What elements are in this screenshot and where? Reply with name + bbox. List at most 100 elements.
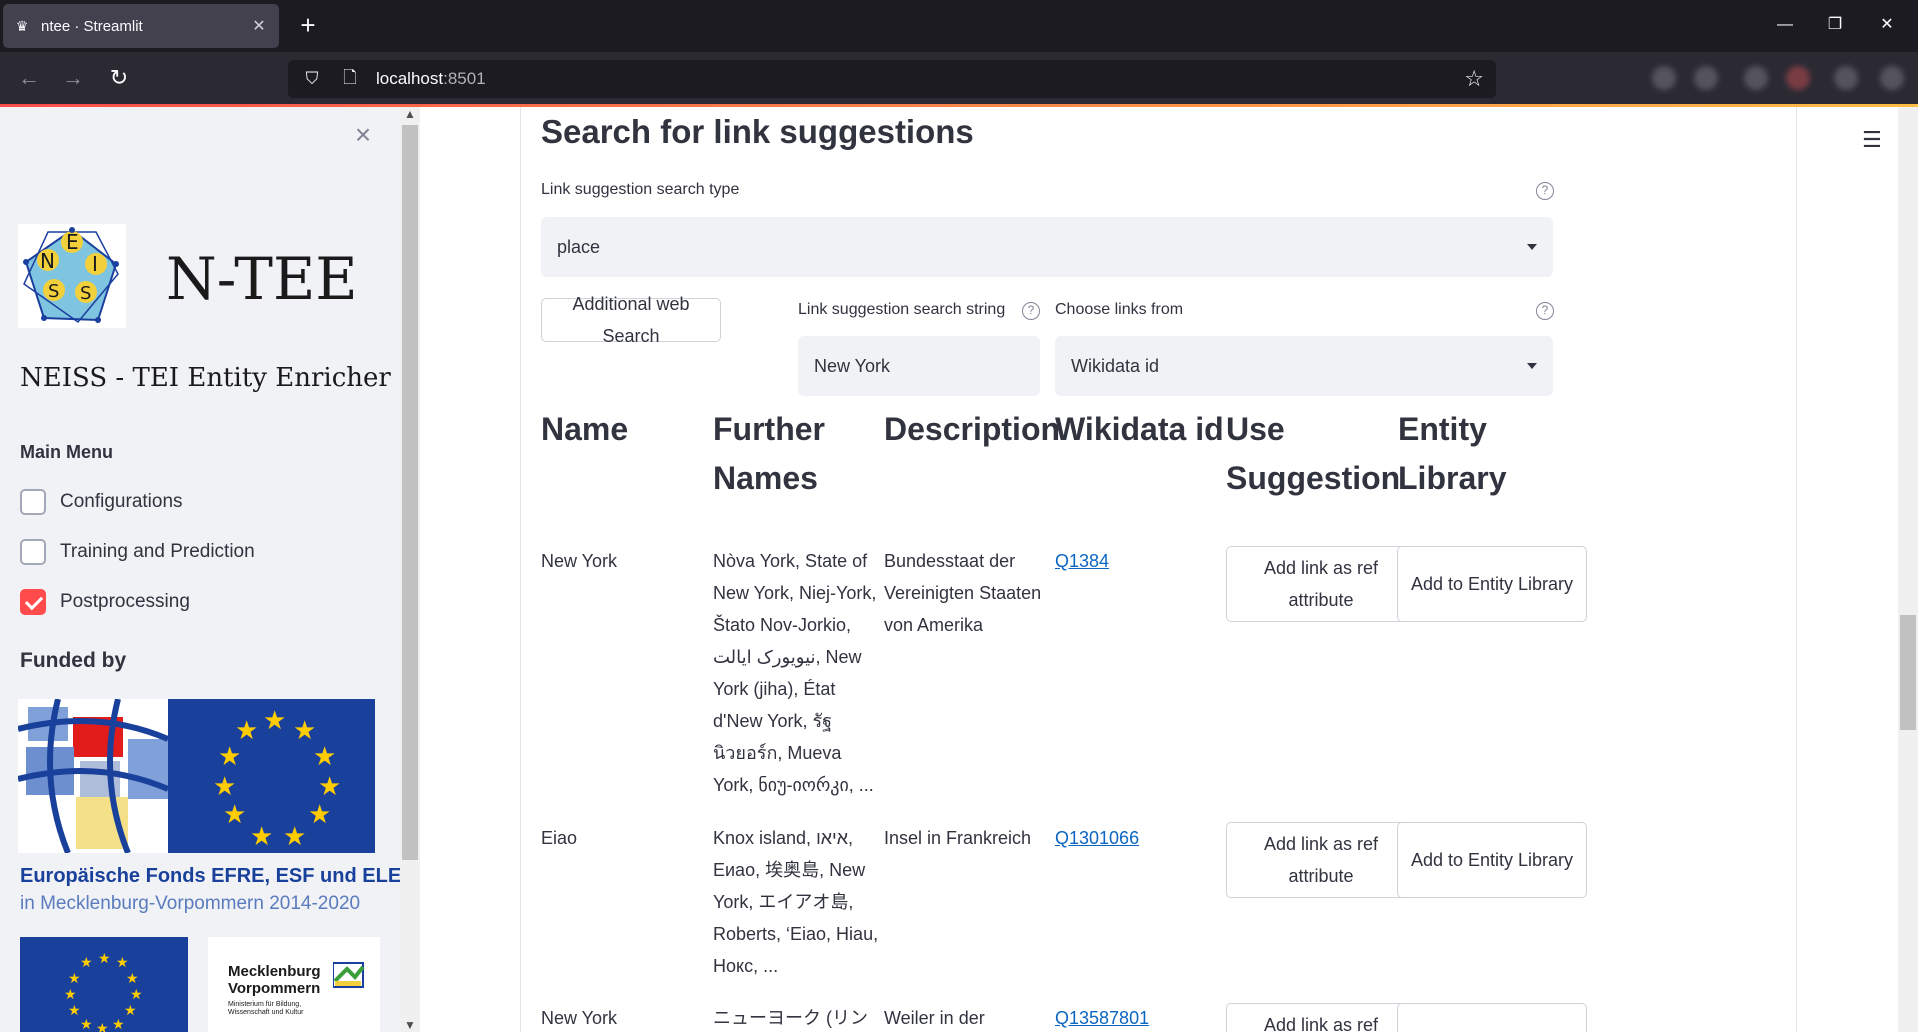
menu-icon[interactable] [1880,66,1904,90]
wikidata-link[interactable]: Q1384 [1055,551,1109,571]
svg-text:★: ★ [213,772,236,802]
scroll-down-arrow-icon[interactable]: ▼ [400,1018,420,1032]
menu-item-training-and-prediction[interactable]: Training and Prediction [20,539,255,565]
url-port: :8501 [443,69,486,88]
chevron-down-icon [1527,363,1537,369]
svg-text:★: ★ [263,706,286,736]
cell-name: New York [541,1008,618,1028]
search-type-select[interactable]: place [541,217,1553,277]
extension-icon[interactable] [1694,66,1718,90]
search-string-label: Link suggestion search string [798,301,1006,318]
scrollbar-thumb[interactable] [402,125,418,860]
cell-further-names: Knox island, איאו, Еиао, 埃奥島, New York, … [713,828,879,976]
svg-text:★: ★ [308,800,331,830]
menu-item-postprocessing[interactable]: Postprocessing [20,589,190,615]
add-link-ref-button[interactable]: Add link as ref attribute [1226,822,1416,898]
scrollbar-thumb[interactable] [1900,615,1916,730]
block-divider [520,107,521,1032]
additional-web-search-button[interactable]: Additional web Search [541,294,721,346]
checkbox-checked[interactable] [20,589,46,615]
new-tab-button[interactable]: + [292,10,324,42]
add-to-entity-library-button[interactable]: Add to Entity Library [1397,1003,1587,1032]
mv-logo-title: Mecklenburg Vorpommern [228,963,321,997]
logo-letter: I [92,252,98,276]
extension-icon[interactable] [1786,66,1810,90]
url-host: localhost [376,69,444,88]
sidebar-close-icon[interactable]: × [350,121,376,149]
hamburger-menu-icon[interactable]: ☰ [1862,127,1886,153]
help-icon[interactable]: ? [1536,302,1554,320]
chevron-down-icon [1527,244,1537,250]
menu-item-label: Postprocessing [60,591,190,612]
menu-item-label: Training and Prediction [60,541,255,562]
svg-text:★: ★ [96,1021,109,1032]
svg-text:★: ★ [313,742,336,772]
wikidata-link[interactable]: Q13587801 [1055,1008,1149,1028]
extension-icon[interactable] [1834,66,1858,90]
reload-icon[interactable]: ↻ [104,63,134,93]
svg-text:★: ★ [116,955,129,971]
wikidata-link[interactable]: Q1301066 [1055,828,1139,848]
url-bar[interactable]: ⛉ 🗋 localhost :8501 ☆ [288,60,1496,98]
mv-logo-subtitle: Ministerium für Bildung, Wissenschaft un… [228,1001,304,1016]
choose-links-label: Choose links from [1055,301,1184,318]
eu-funds-graphic: ★ ★★ ★★★ ★★★ ★★ [18,699,375,853]
forward-arrow-icon[interactable]: → [58,63,88,93]
cell-description: Weiler in der [884,1008,985,1028]
cell-further-names: Nòva York, State of New York, Niej-York,… [713,551,877,795]
cell-further-names: ニューヨーク (リン [713,1008,868,1028]
sidebar: × E N I S S N-TEE NEISS - TEI Entity Enr… [0,107,420,1032]
bookmark-star-icon[interactable]: ☆ [1464,66,1484,92]
minimize-button[interactable]: — [1770,12,1800,38]
mecklenburg-vorpommern-logo: Mecklenburg Vorpommern Ministerium für B… [208,937,380,1032]
browser-tab[interactable]: ♛ ntee · Streamlit ✕ [3,4,279,48]
svg-text:★: ★ [68,1003,81,1019]
column-header-further-names: Further Names [713,411,825,496]
add-to-entity-library-button[interactable]: Add to Entity Library [1397,822,1587,898]
main-scrollbar[interactable] [1898,107,1918,1032]
eu-funds-subcaption: in Mecklenburg-Vorpommern 2014-2020 [20,893,361,914]
help-icon[interactable]: ? [1536,182,1554,200]
add-link-ref-button[interactable]: Add link as ref attribute [1226,546,1416,622]
menu-item-configurations[interactable]: Configurations [20,489,183,515]
cell-wikidata-id: Q13587801 [1055,1002,1230,1032]
tab-close-icon[interactable]: ✕ [249,16,269,36]
funded-by-heading: Funded by [20,649,127,672]
scroll-up-arrow-icon[interactable]: ▲ [400,107,420,121]
browser-nav-bar: ← → ↻ ⛉ 🗋 localhost :8501 ☆ [0,52,1918,104]
column-header-entity-library: Entity Library [1398,411,1507,496]
streamlit-crown-icon: ♛ [15,18,29,34]
shield-icon[interactable]: ⛉ [300,69,324,89]
cell-name: New York [541,551,618,571]
svg-text:★: ★ [223,800,246,830]
add-link-ref-button[interactable]: Add link as ref attribute [1226,1003,1416,1032]
svg-text:★: ★ [124,1003,137,1019]
extension-icon[interactable] [1652,66,1676,90]
checkbox[interactable] [20,489,46,515]
choose-links-select[interactable]: Wikidata id [1055,336,1553,396]
column-header-wikidata-id: Wikidata id [1055,411,1224,447]
svg-text:★: ★ [64,987,77,1003]
checkbox[interactable] [20,539,46,565]
page-icon[interactable]: 🗋 [338,65,362,94]
window-close-button[interactable]: ✕ [1872,12,1902,38]
back-arrow-icon[interactable]: ← [14,63,44,93]
extension-icon[interactable] [1744,66,1768,90]
search-string-value: New York [814,355,891,376]
column-header-description: Description [884,411,1061,447]
restore-button[interactable]: ❐ [1820,12,1850,38]
block-divider [1796,107,1797,1032]
neiss-logo: E N I S S [18,224,126,328]
help-icon[interactable]: ? [1022,302,1040,320]
eu-flag-logo: ★ ★ ★ ★ ★ ★ ★ ★ ★ ★ ★ ★ [20,937,188,1032]
cell-name: Eiao [541,828,578,848]
add-to-entity-library-button[interactable]: Add to Entity Library [1397,546,1587,622]
cell-wikidata-id: Q1384 [1055,545,1230,577]
svg-text:★: ★ [80,955,93,971]
page-title: Search for link suggestions [541,113,974,150]
svg-text:★: ★ [112,1017,125,1032]
sidebar-scrollbar[interactable]: ▲ ▼ [400,107,420,1032]
browser-tab-bar: ♛ ntee · Streamlit ✕ + — ❐ ✕ [0,0,1918,52]
search-type-value: place [557,236,601,257]
search-string-input[interactable]: New York [798,336,1040,396]
